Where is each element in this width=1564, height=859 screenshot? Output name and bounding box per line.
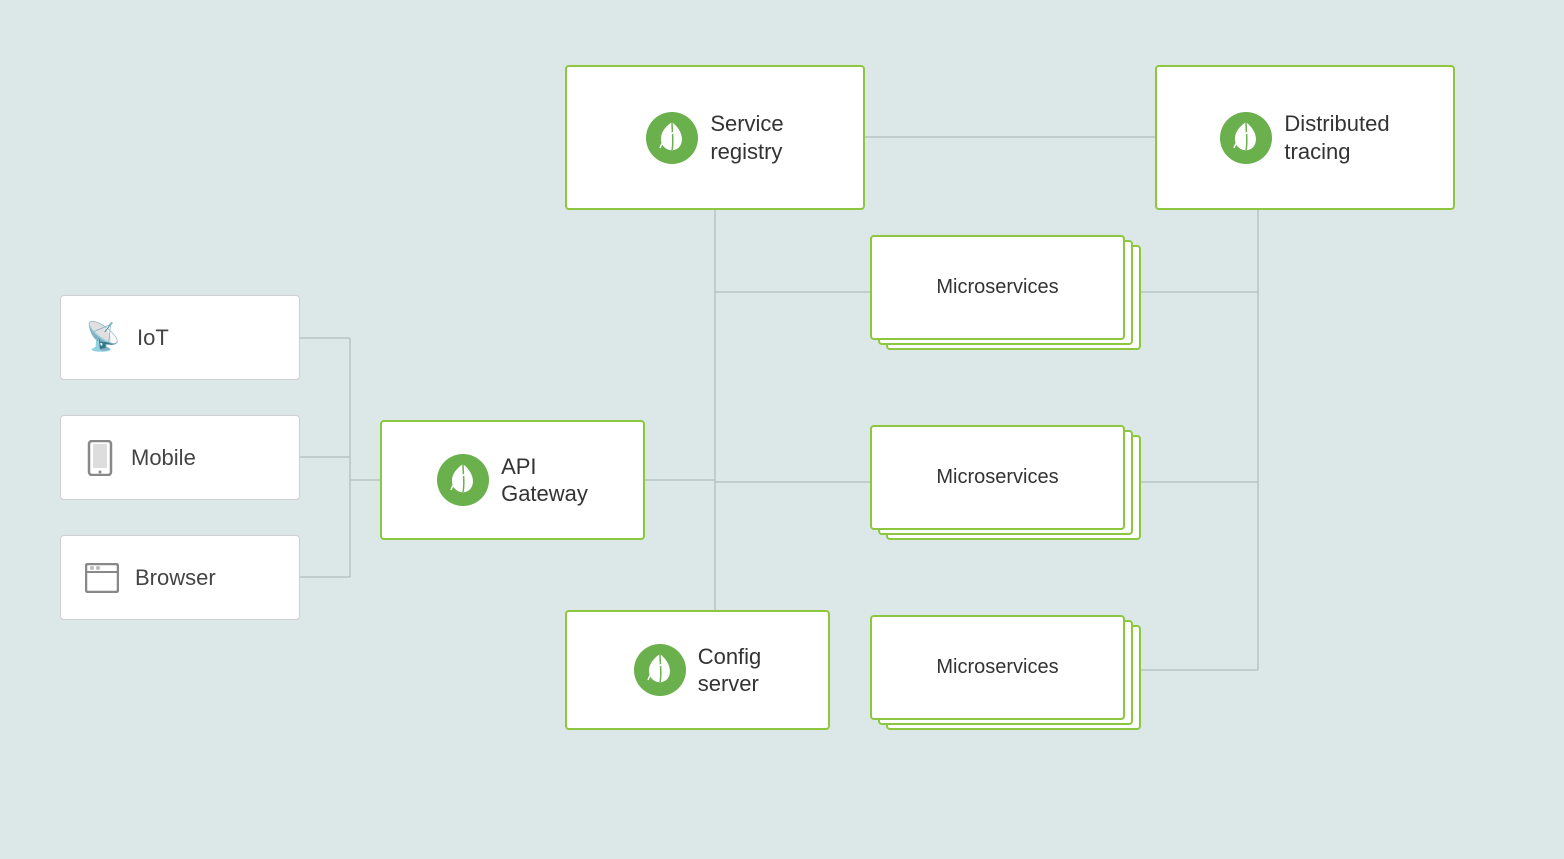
spring-leaf-icon-distributed-tracing — [1220, 112, 1272, 164]
microservices-stack-1: Microservices — [870, 235, 1145, 360]
spring-leaf-icon-config-server — [634, 644, 686, 696]
browser-box: Browser — [60, 535, 300, 620]
api-gateway-box: API Gateway — [380, 420, 645, 540]
microservices-stack-3: Microservices — [870, 615, 1145, 740]
svg-text:📡: 📡 — [86, 320, 121, 353]
microservices-stack-2: Microservices — [870, 425, 1145, 550]
spring-leaf-icon-service-registry — [646, 112, 698, 164]
mobile-icon — [85, 440, 115, 476]
iot-icon: 📡 — [85, 320, 121, 356]
spring-leaf-icon-api-gateway — [437, 454, 489, 506]
microservices-2-label: Microservices — [936, 466, 1058, 489]
diagram-container: Service registry Distributed tracing API… — [0, 0, 1564, 859]
service-registry-label: Service registry — [710, 110, 783, 165]
browser-label: Browser — [135, 565, 216, 591]
config-server-label: Config server — [698, 643, 762, 698]
microservices-1-label: Microservices — [936, 276, 1058, 299]
distributed-tracing-label: Distributed tracing — [1284, 110, 1389, 165]
iot-label: IoT — [137, 325, 169, 351]
mobile-box: Mobile — [60, 415, 300, 500]
service-registry-box: Service registry — [565, 65, 865, 210]
microservices-3-label: Microservices — [936, 656, 1058, 679]
browser-icon — [85, 563, 119, 593]
mobile-label: Mobile — [131, 445, 196, 471]
distributed-tracing-box: Distributed tracing — [1155, 65, 1455, 210]
iot-box: 📡 IoT — [60, 295, 300, 380]
config-server-box: Config server — [565, 610, 830, 730]
api-gateway-label: API Gateway — [501, 453, 588, 508]
